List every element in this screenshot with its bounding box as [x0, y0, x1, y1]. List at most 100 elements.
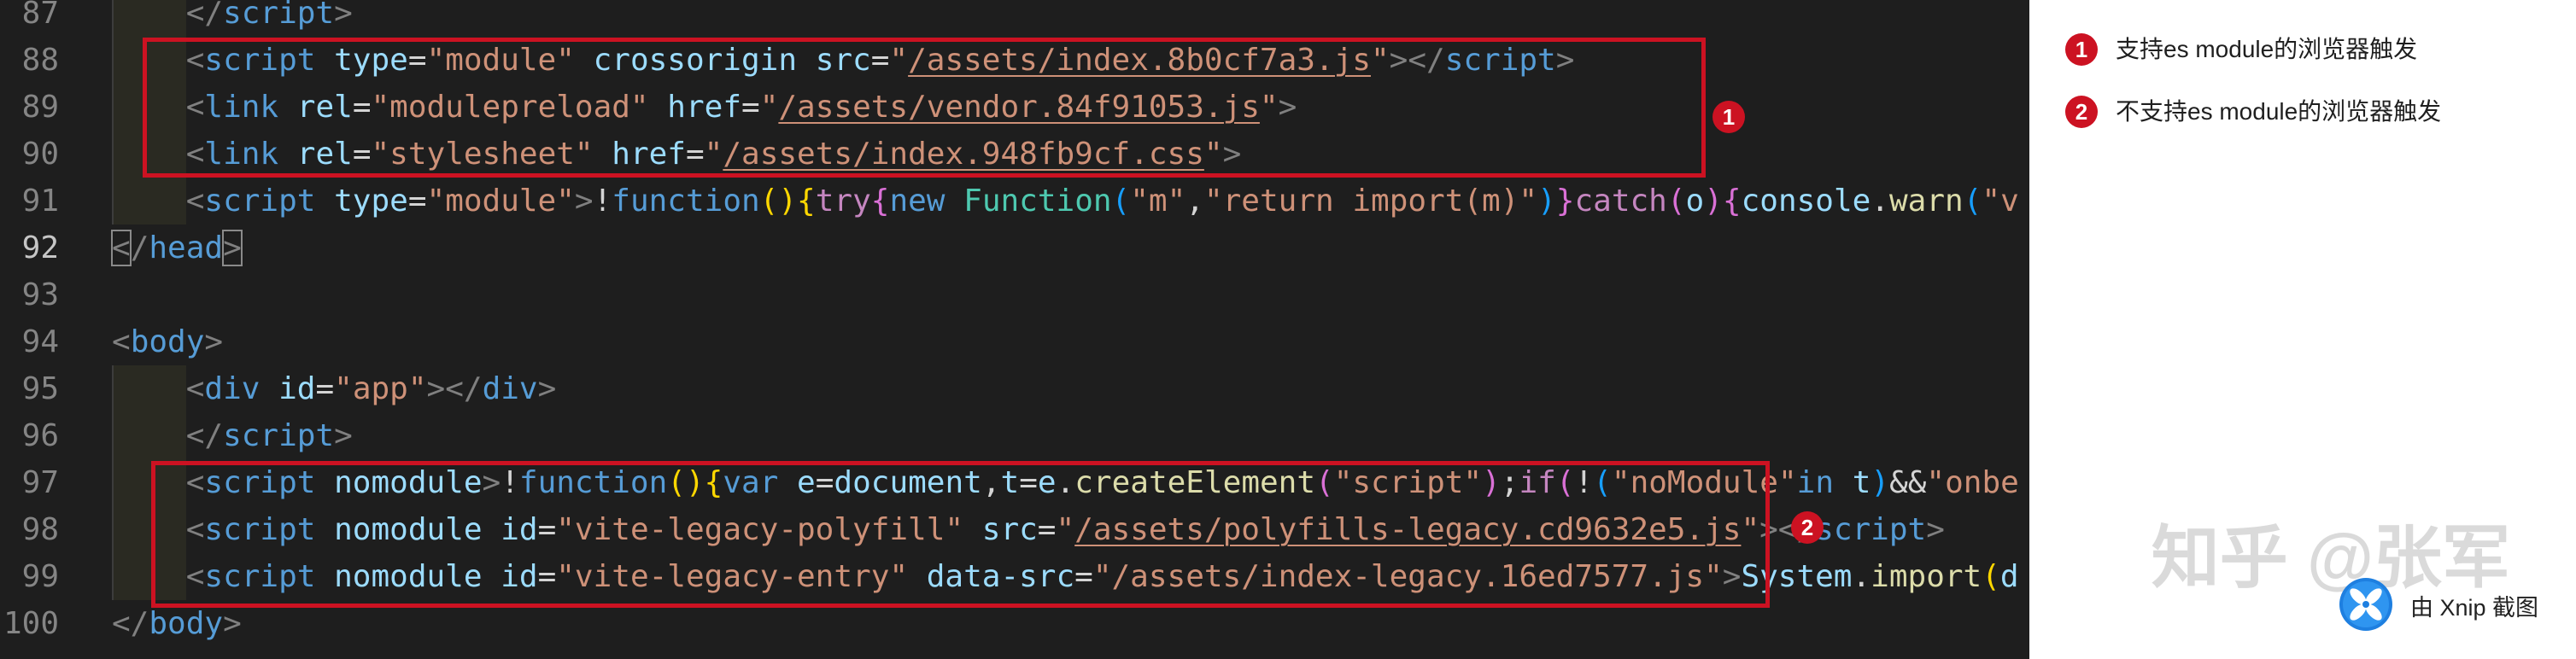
line-number: 97	[21, 465, 59, 500]
code-text[interactable]: </head>	[111, 225, 243, 271]
legend-text-2: 不支持es module的浏览器触发	[2116, 98, 2442, 125]
code-token: >	[334, 418, 353, 453]
code-token: div	[482, 371, 538, 406]
line-number: 89	[21, 90, 59, 125]
code-token: >	[334, 0, 353, 31]
legend-badge-2: 2	[2065, 96, 2098, 128]
code-token: )	[1704, 184, 1723, 219]
code-token: "module"	[426, 184, 575, 219]
code-token: type	[334, 184, 408, 219]
code-token: )	[1871, 465, 1890, 500]
code-text[interactable]: </script>	[112, 412, 353, 459]
code-token: "app"	[334, 371, 427, 406]
line-number: 95	[21, 371, 59, 406]
code-token: .	[1852, 559, 1871, 594]
legend-item-2: 2 不支持es module的浏览器触发	[2065, 96, 2441, 128]
code-token: function	[612, 184, 760, 219]
code-token: }	[1555, 184, 1575, 219]
code-token: .	[1871, 184, 1889, 219]
bracket-match-token: <	[111, 230, 132, 266]
code-line-96[interactable]: 96 </script>	[0, 412, 2029, 459]
bracket-match-token: >	[222, 230, 243, 266]
code-token: {	[1722, 184, 1742, 219]
code-token: t	[1852, 465, 1871, 500]
code-line-92[interactable]: 92 </head>	[0, 225, 2029, 271]
code-token: </	[112, 606, 149, 641]
code-token: >	[223, 606, 242, 641]
annotation-box-module-scripts	[143, 38, 1706, 178]
code-token: &&	[1889, 465, 1927, 500]
code-token: "v	[1982, 184, 2019, 219]
code-token: id	[278, 371, 316, 406]
code-token: >	[537, 371, 557, 406]
code-token: Function	[963, 184, 1112, 219]
code-token: d	[1999, 559, 2019, 594]
code-token: catch	[1574, 184, 1667, 219]
line-number: 100	[3, 606, 59, 641]
code-token: </	[185, 0, 224, 31]
code-line-87[interactable]: 87 </script>	[0, 0, 2029, 37]
code-token: (	[1982, 559, 2000, 594]
code-token: console	[1741, 184, 1871, 219]
annotation-box-nomodule-scripts	[151, 461, 1770, 608]
code-token: import	[1871, 559, 1982, 594]
watermark: 知乎 @张军	[2151, 520, 2510, 596]
code-token: new	[889, 184, 946, 219]
code-token: /	[130, 230, 149, 265]
code-token: script	[223, 0, 335, 31]
code-token: ()	[759, 184, 798, 219]
code-token: {	[797, 184, 816, 219]
code-token: >	[204, 324, 224, 359]
code-token: =	[407, 184, 427, 219]
code-token: <	[185, 371, 205, 406]
code-text[interactable]: <body>	[112, 318, 223, 365]
code-token: {	[870, 184, 890, 219]
code-line-95[interactable]: 95 <div id="app"></div>	[0, 365, 2029, 412]
line-number: 94	[21, 324, 59, 359]
code-line-93[interactable]: 93	[0, 271, 2029, 318]
code-token: body	[149, 606, 224, 641]
code-token: ,	[1186, 184, 1204, 219]
code-token: >	[1926, 512, 1945, 547]
code-token: script	[204, 184, 316, 219]
code-token: script	[1815, 512, 1927, 547]
code-line-91[interactable]: 91 <script type="module">!function(){try…	[0, 178, 2029, 225]
code-token: >	[574, 184, 594, 219]
code-token: ></	[426, 371, 483, 406]
code-editor[interactable]: 87 </script> 88 <script type="module" cro…	[0, 0, 2029, 659]
line-number: 99	[21, 559, 59, 594]
line-number: 98	[21, 512, 59, 547]
code-token: o	[1685, 184, 1705, 219]
code-token: <	[112, 324, 131, 359]
code-token: !	[593, 184, 612, 219]
code-line-94[interactable]: 94 <body>	[0, 318, 2029, 365]
legend-badge-1: 1	[2065, 33, 2098, 66]
code-text[interactable]: </script>	[112, 0, 353, 37]
code-token: (	[1666, 184, 1686, 219]
code-text[interactable]: <script type="module">!function(){try{ne…	[112, 178, 2019, 225]
line-number: 92	[21, 230, 59, 265]
code-token: "onbe	[1926, 465, 2019, 500]
code-token: =	[315, 371, 335, 406]
capture-credit: 由 Xnip 截图	[2410, 595, 2539, 621]
code-text[interactable]: <div id="app"></div>	[112, 365, 557, 412]
code-token: </	[185, 418, 224, 453]
code-token: (	[1963, 184, 1982, 219]
line-number: 87	[21, 0, 59, 31]
code-token: )	[1537, 184, 1556, 219]
code-token: "return import(m)"	[1203, 184, 1538, 219]
code-token: body	[130, 324, 205, 359]
code-token: try	[815, 184, 871, 219]
code-token: head	[149, 230, 224, 265]
legend-panel: 1 支持es module的浏览器触发 2 不支持es module的浏览器触发…	[2029, 0, 2576, 659]
line-number: 96	[21, 418, 59, 453]
code-token: warn	[1889, 184, 1964, 219]
